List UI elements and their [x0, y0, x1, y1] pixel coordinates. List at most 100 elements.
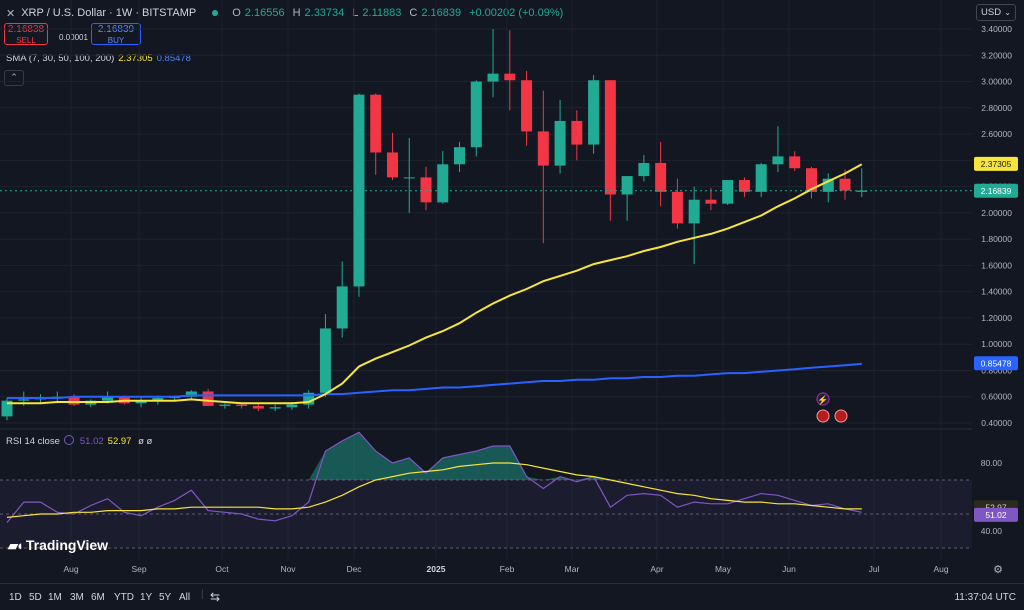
event-markers: ⚡ — [816, 392, 848, 423]
y-tick-label: 1.00000 — [981, 339, 1012, 349]
candle-body — [403, 177, 415, 179]
bottom-toolbar: 1D 5D 1M 3M 6M YTD 1Y 5Y All | ⇆ 11:37:0… — [0, 583, 1024, 610]
candle — [738, 177, 750, 198]
candle-body — [504, 73, 516, 81]
rsi-legend[interactable]: RSI 14 close 51.02 52.97 ø ø — [6, 435, 152, 447]
y-tick-label: 2.80000 — [981, 103, 1012, 113]
y-tick-label: 0.40000 — [981, 418, 1012, 428]
candle — [202, 388, 214, 406]
price-plot — [0, 29, 972, 421]
x-tick-label: Jul — [869, 564, 880, 574]
clock[interactable]: 11:37:04 UTC — [954, 592, 1016, 603]
candle-body — [236, 404, 248, 406]
candle-body — [252, 405, 264, 409]
candle-body — [755, 164, 767, 192]
candle — [269, 404, 281, 412]
candle-body — [571, 120, 583, 145]
range-1d[interactable]: 1D — [9, 592, 22, 603]
y-tick-label: 2.60000 — [981, 129, 1012, 139]
candle — [571, 110, 583, 161]
y-tick-label: 1.60000 — [981, 260, 1012, 270]
candle — [487, 29, 499, 98]
candle-body — [18, 399, 30, 401]
range-ytd[interactable]: YTD — [114, 592, 134, 603]
candle-body — [319, 328, 331, 393]
candle — [420, 166, 432, 211]
candle — [822, 173, 834, 203]
range-1y[interactable]: 1Y — [140, 592, 152, 603]
range-3m[interactable]: 3M — [70, 592, 84, 603]
rsi-tick-label: 40.00 — [981, 526, 1003, 536]
candle — [537, 90, 549, 244]
candle — [386, 132, 398, 181]
candle — [437, 151, 449, 204]
candle-body — [386, 152, 398, 178]
sma-7-line — [7, 163, 863, 405]
candle — [135, 396, 147, 408]
x-tick-label: Jun — [782, 564, 796, 574]
x-tick-label: May — [715, 564, 732, 574]
candle-body — [286, 404, 298, 408]
candle — [454, 141, 466, 173]
chart-canvas[interactable]: 3.400003.200003.000002.800002.600002.400… — [0, 0, 1024, 583]
candle-body — [688, 199, 700, 224]
y-tick-label: 3.20000 — [981, 50, 1012, 60]
candle — [85, 399, 97, 408]
candle-body — [470, 81, 482, 148]
sma7-price-label: 2.37305 — [981, 159, 1012, 169]
x-tick-label: Dec — [346, 564, 362, 574]
candle-body — [437, 164, 449, 203]
candle-body — [738, 180, 750, 192]
candle — [353, 93, 365, 297]
candle-body — [219, 404, 231, 406]
candle — [470, 80, 482, 157]
candle-body — [521, 80, 533, 132]
candle — [789, 151, 801, 171]
candle — [688, 186, 700, 265]
us-flag-event-icon — [834, 409, 848, 423]
candle-body — [420, 177, 432, 203]
candle — [638, 155, 650, 182]
candle-body — [839, 178, 851, 191]
candle — [336, 261, 348, 338]
y-tick-label: 1.20000 — [981, 313, 1012, 323]
x-tick-label: Aug — [933, 564, 948, 574]
x-tick-label: Oct — [215, 564, 229, 574]
candle-body — [789, 156, 801, 169]
x-tick-label: 2025 — [427, 564, 446, 574]
range-1m[interactable]: 1M — [48, 592, 62, 603]
x-tick-label: Feb — [500, 564, 515, 574]
range-5d[interactable]: 5D — [29, 592, 42, 603]
candle — [856, 168, 868, 198]
range-6m[interactable]: 6M — [91, 592, 105, 603]
y-tick-label: 0.60000 — [981, 392, 1012, 402]
logo-text: TradingView — [25, 537, 109, 553]
candle — [805, 166, 817, 199]
candle — [722, 180, 734, 205]
candle-body — [722, 180, 734, 204]
candle — [252, 404, 264, 412]
x-tick-label: Nov — [280, 564, 296, 574]
sma-200-line — [7, 362, 862, 399]
rsi-tick-label: 80.00 — [981, 458, 1003, 468]
candle — [755, 162, 767, 198]
range-5y[interactable]: 5Y — [159, 592, 171, 603]
range-all[interactable]: All — [179, 592, 190, 603]
y-tick-label: 1.80000 — [981, 234, 1012, 244]
candle — [219, 403, 231, 409]
candle — [370, 93, 382, 175]
candle-body — [621, 176, 633, 195]
candle — [403, 138, 415, 213]
candle-body — [537, 131, 549, 166]
candle — [1, 398, 13, 421]
y-tick-label: 1.40000 — [981, 287, 1012, 297]
candle-body — [655, 162, 667, 192]
candle-body — [370, 94, 382, 153]
calendar-goto-icon[interactable]: ⇆ — [210, 590, 220, 604]
rsi-legend-value-2: 52.97 — [107, 436, 132, 447]
gear-icon: ⚙ — [993, 564, 1003, 576]
rsi-legend-title: RSI 14 close — [6, 436, 60, 447]
candle-body — [705, 199, 717, 204]
us-flag-event-icon — [816, 409, 830, 423]
tradingview-logo: ▰◖ TradingView — [8, 537, 108, 554]
